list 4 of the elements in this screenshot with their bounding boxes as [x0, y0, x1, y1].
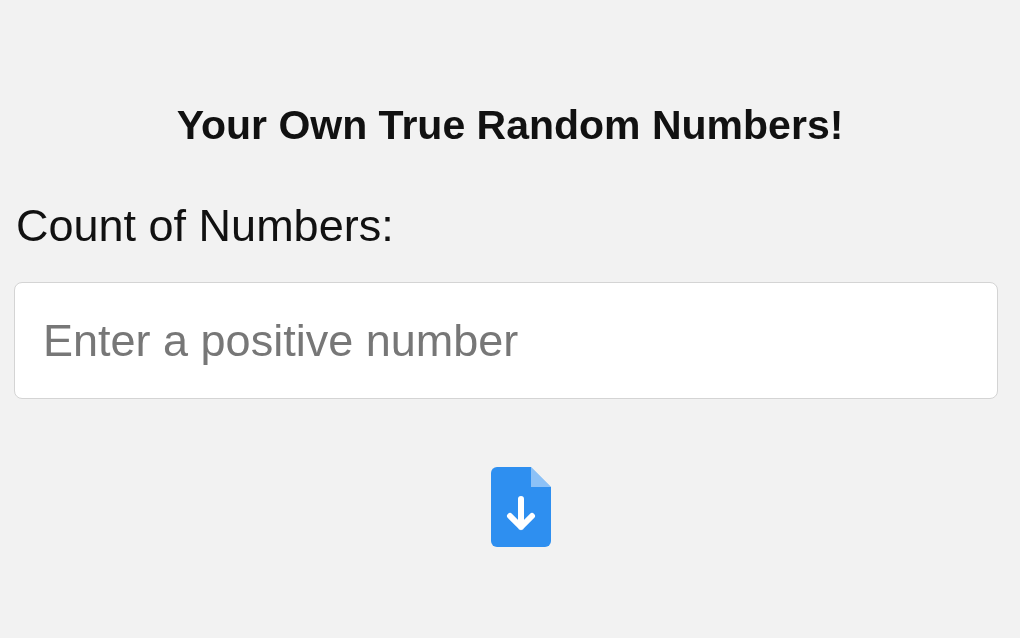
page-title: Your Own True Random Numbers!: [176, 101, 844, 150]
file-download-icon[interactable]: [491, 467, 551, 547]
field-label: Count of Numbers:: [16, 199, 394, 253]
count-input-field[interactable]: Enter a positive number: [14, 282, 998, 399]
